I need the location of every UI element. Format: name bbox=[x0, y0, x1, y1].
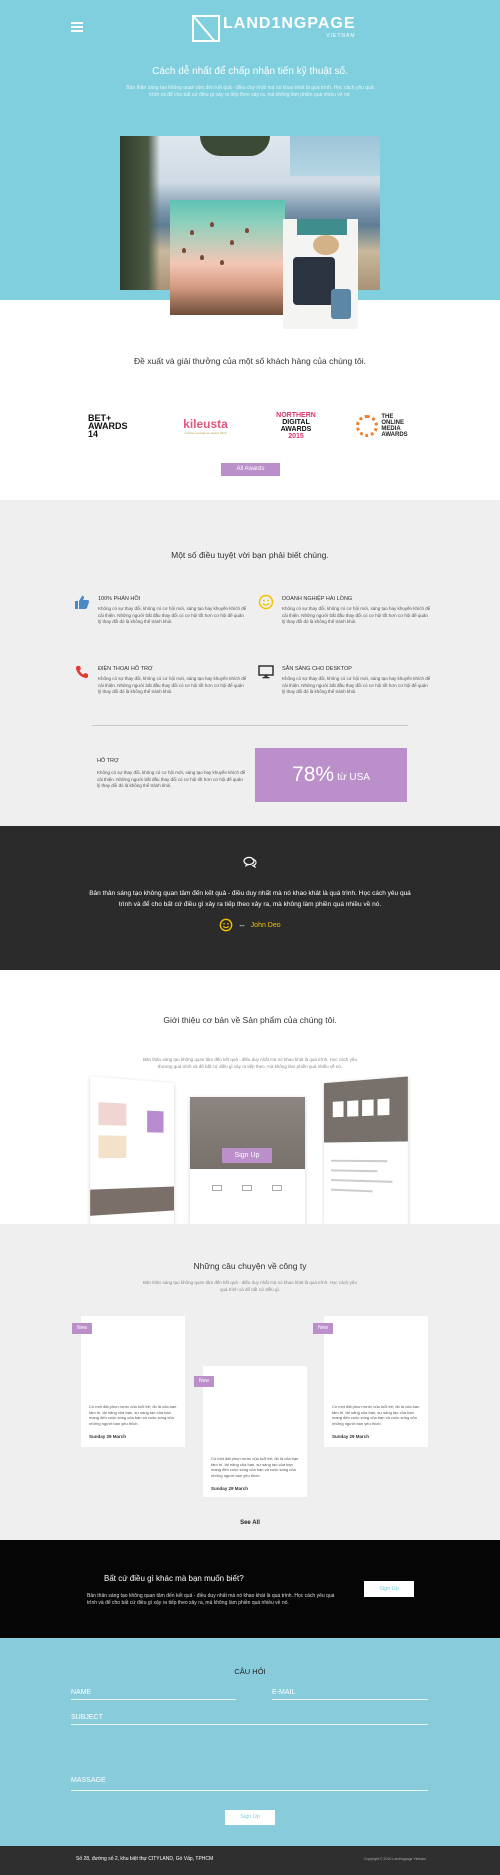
product-screenshot-left bbox=[90, 1076, 175, 1231]
thumbs-up-icon bbox=[75, 595, 90, 609]
logo-mark-icon bbox=[192, 15, 220, 42]
testimonial-author: -- John Deo bbox=[0, 918, 500, 932]
cta-section: Bất cứ điều gì khác mà bạn muốn biết? Bả… bbox=[0, 1540, 500, 1638]
product-screenshot-right bbox=[323, 1076, 408, 1231]
all-awards-button[interactable]: All Awards bbox=[221, 463, 280, 476]
smiley-icon bbox=[220, 918, 233, 932]
logo[interactable]: LAND1NGPAGE VIETNAM bbox=[192, 15, 356, 42]
northern-digital-awards-logo: NORTHERN DIGITAL AWARDS 2015 bbox=[276, 412, 316, 440]
online-media-awards-logo: THE ONLINE MEDIA AWARDS bbox=[352, 412, 412, 440]
testimonial-section: Bản thân sáng tạo không quan tâm đến kết… bbox=[0, 826, 500, 970]
footer: Số 28, đường số 2, khu biệt thự CITYLAND… bbox=[0, 1846, 500, 1875]
footer-copyright: Copyright © 2016 Landingpage Vietnam bbox=[364, 1857, 427, 1861]
cta-signup-button[interactable]: Sign Up bbox=[364, 1581, 414, 1597]
story-card[interactable]: Có một đất phun nước của tuổi trẻ; đó là… bbox=[81, 1316, 185, 1447]
product-signup-button[interactable]: Sign Up bbox=[222, 1148, 272, 1163]
smiley-icon bbox=[258, 594, 274, 610]
story-card[interactable]: Có một đất phun nước của tuổi trẻ; đó là… bbox=[324, 1316, 428, 1447]
flatlay-photo bbox=[283, 219, 358, 329]
stories-subtitle: Bản thân sáng tạo không quan tâm đến kết… bbox=[143, 1280, 357, 1292]
stat-unit: từ USA bbox=[337, 772, 370, 783]
new-badge: New bbox=[72, 1323, 92, 1334]
features-section: Một số điều tuyệt vời bạn phải biết chún… bbox=[0, 500, 500, 826]
new-badge: New bbox=[194, 1376, 214, 1387]
divider bbox=[92, 725, 408, 726]
message-field[interactable] bbox=[71, 1777, 428, 1791]
support-title: HỖ TRỢ bbox=[97, 758, 119, 764]
stat-box: 78% từ USA bbox=[255, 748, 407, 802]
stories-section: Những câu chuyện về công ty Bản thân sán… bbox=[0, 1224, 500, 1540]
stories-title: Những câu chuyện về công ty bbox=[193, 1261, 307, 1271]
logo-text: LAND1NGPAGE bbox=[223, 15, 356, 32]
product-screenshot-center: Sign Up bbox=[190, 1097, 305, 1224]
subject-field[interactable] bbox=[71, 1711, 428, 1725]
hero-subtitle: Bản thân sáng tạo không quan tâm đến kết… bbox=[126, 85, 374, 98]
phone-icon bbox=[75, 666, 88, 679]
kileusta-logo: kileusta creative excellence award 2015 bbox=[183, 417, 228, 435]
chat-bubbles-icon bbox=[243, 856, 257, 868]
see-all-link[interactable]: See All bbox=[0, 1520, 500, 1526]
monitor-icon bbox=[258, 665, 274, 679]
contact-title: CÂU HỎI bbox=[234, 1667, 266, 1676]
author-name: John Deo bbox=[250, 921, 281, 929]
footer-address: Số 28, đường số 2, khu biệt thự CITYLAND… bbox=[76, 1856, 214, 1862]
balloons-photo bbox=[170, 200, 285, 315]
testimonial-text: Bản thân sáng tạo không quan tâm đến kết… bbox=[89, 890, 411, 908]
features-title: Một số điều tuyệt vời bạn phải biết chún… bbox=[171, 550, 329, 560]
awards-title: Đề xuất và giải thưởng của một số khách … bbox=[134, 356, 366, 366]
new-badge: New bbox=[313, 1323, 333, 1334]
support-text: Không có sự thay đổi, không có cơ hội mớ… bbox=[97, 770, 246, 788]
cta-text: Bản thân sáng tạo không quan tâm đến kết… bbox=[87, 1593, 335, 1606]
products-title: Giới thiệu cơ bản về Sản phẩm của chúng … bbox=[163, 1015, 337, 1025]
menu-icon[interactable] bbox=[71, 22, 83, 32]
author-dash: -- bbox=[239, 920, 245, 930]
cta-title: Bất cứ điều gì khác mà bạn muốn biết? bbox=[104, 1574, 244, 1583]
contact-signup-button[interactable]: Sign Up bbox=[225, 1810, 275, 1825]
products-subtitle: Bản thân sáng tạo không quan tâm đến kết… bbox=[143, 1057, 357, 1069]
bet-awards-logo: BET+ AWARDS 14 bbox=[88, 413, 128, 439]
story-card[interactable]: Có một đất phun nước của tuổi trẻ; đó là… bbox=[203, 1366, 307, 1497]
hero-title: Cách dễ nhất để chấp nhận tiến kỹ thuật … bbox=[152, 66, 348, 77]
name-field[interactable] bbox=[71, 1686, 236, 1700]
stat-value: 78% bbox=[292, 763, 335, 786]
email-field[interactable] bbox=[272, 1686, 428, 1700]
logo-subtext: VIETNAM bbox=[326, 33, 356, 39]
contact-section: CÂU HỎI Sign Up bbox=[0, 1638, 500, 1846]
